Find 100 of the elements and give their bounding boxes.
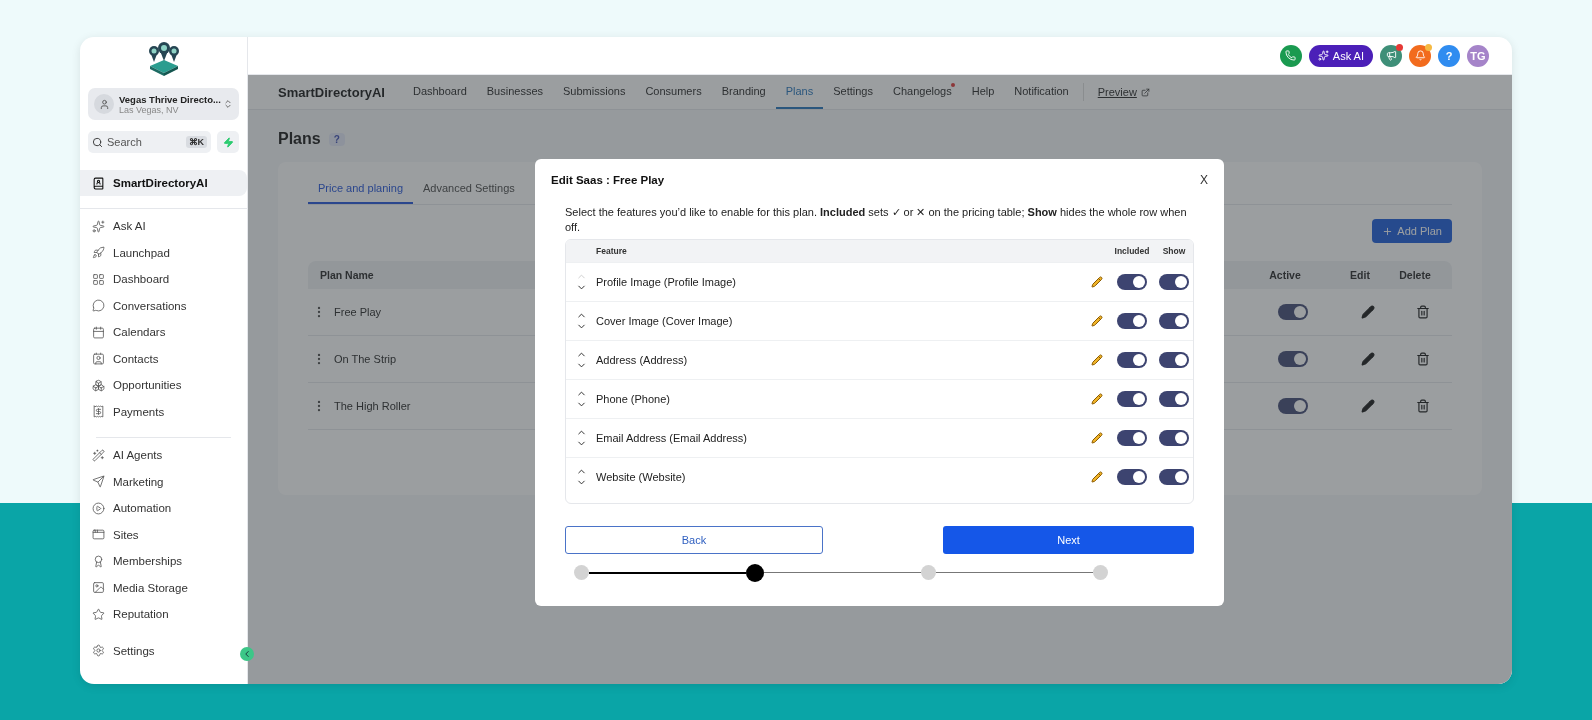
toggle-switch[interactable] — [1278, 304, 1308, 320]
delete-button[interactable] — [1416, 305, 1430, 319]
toggle-switch[interactable] — [1159, 273, 1189, 290]
pencil-icon[interactable] — [1091, 431, 1103, 444]
sidebar-item[interactable]: Ask AI — [88, 213, 239, 240]
sidebar-item[interactable]: Contacts — [88, 345, 239, 372]
external-link-icon — [1140, 87, 1150, 97]
pencil-icon — [1361, 399, 1375, 413]
search-icon — [92, 136, 103, 148]
step-dot[interactable] — [921, 565, 936, 581]
toggle-switch[interactable] — [1278, 398, 1308, 414]
sidebar-item[interactable]: Media Storage — [88, 574, 239, 601]
sidebar-item[interactable]: Payments — [88, 398, 239, 425]
step-dot[interactable] — [574, 565, 589, 581]
trash-icon — [1416, 399, 1430, 413]
toggle-switch[interactable] — [1117, 351, 1147, 368]
nav-tab[interactable]: Consumers — [635, 75, 712, 109]
chat-bubble-icon — [92, 299, 105, 313]
pencil-icon[interactable] — [1091, 392, 1103, 405]
column-header: Feature — [596, 245, 628, 256]
sidebar-item[interactable]: AI Agents — [88, 442, 239, 469]
sidebar-item[interactable]: Memberships — [88, 548, 239, 575]
calendar-icon — [92, 325, 105, 339]
back-button[interactable]: Back — [565, 525, 823, 554]
sparkle-icon — [92, 219, 105, 233]
column-header: Included — [1114, 245, 1150, 256]
nav-tab[interactable]: Branding — [711, 75, 776, 109]
rocket-icon — [92, 246, 105, 260]
tab[interactable]: Advanced Settings — [413, 176, 525, 204]
account-switcher[interactable]: Vegas Thrive Directo... Las Vegas, NV — [88, 88, 239, 120]
phone-button[interactable] — [1279, 44, 1302, 67]
chevrons-icon — [223, 99, 233, 109]
shortcut-key: ⌘K — [185, 136, 207, 148]
close-button[interactable]: X — [1200, 173, 1208, 187]
toggle-switch[interactable] — [1159, 429, 1189, 446]
pencil-icon[interactable] — [1091, 275, 1103, 288]
delete-button[interactable] — [1416, 399, 1430, 413]
search-field[interactable]: Search ⌘K — [88, 131, 211, 153]
feature-name: Email Address (Email Address) — [596, 431, 748, 444]
toggle-switch[interactable] — [1159, 351, 1189, 368]
nav-tab[interactable]: Submissions — [553, 75, 636, 109]
settings-icon — [92, 644, 105, 658]
edit-button[interactable] — [1361, 352, 1375, 366]
toggle-switch[interactable] — [1117, 273, 1147, 290]
sidebar-item[interactable]: Marketing — [88, 468, 239, 495]
feature-name: Phone (Phone) — [596, 392, 671, 405]
announcements-button[interactable] — [1380, 44, 1402, 67]
toggle-switch[interactable] — [1117, 390, 1147, 407]
nav-tab[interactable]: Businesses — [476, 75, 554, 109]
toggle-switch[interactable] — [1159, 390, 1189, 407]
feature-name: Website (Website) — [596, 470, 687, 483]
nav-tab[interactable]: Notification — [1004, 75, 1079, 109]
receipt-icon — [92, 405, 105, 419]
next-button[interactable]: Next — [943, 525, 1194, 554]
sidebar-item[interactable]: Dashboard — [88, 266, 239, 293]
notifications-button[interactable] — [1409, 44, 1431, 67]
sidebar-item[interactable]: Sites — [88, 521, 239, 548]
column-header: Delete — [1399, 269, 1431, 281]
edit-button[interactable] — [1361, 305, 1375, 319]
preview-link[interactable]: Preview — [1087, 75, 1160, 109]
sidebar-item[interactable]: Launchpad — [88, 239, 239, 266]
toggle-switch[interactable] — [1117, 429, 1147, 446]
edit-button[interactable] — [1361, 399, 1375, 413]
nav-tab[interactable]: Help — [961, 75, 1005, 109]
pencil-icon[interactable] — [1091, 470, 1103, 483]
column-header: Edit — [1350, 269, 1370, 281]
sidebar-item[interactable]: Opportunities — [88, 372, 239, 399]
sidebar-item[interactable]: Automation — [88, 495, 239, 522]
plus-icon — [1382, 225, 1394, 237]
column-header: Show — [1162, 245, 1186, 256]
column-header: Active — [1269, 269, 1301, 281]
account-location: Las Vegas, NV — [119, 104, 180, 115]
ask-ai-button[interactable]: Ask AI — [1308, 44, 1373, 67]
pencil-icon[interactable] — [1091, 353, 1103, 366]
toggle-switch[interactable] — [1159, 312, 1189, 329]
sidebar-item[interactable]: SmartDirectoryAI — [80, 170, 247, 196]
toggle-switch[interactable] — [1159, 468, 1189, 485]
delete-button[interactable] — [1416, 352, 1430, 366]
book-icon — [92, 176, 105, 190]
step-dot[interactable] — [1093, 565, 1108, 581]
sidebar-item[interactable]: Reputation — [88, 601, 239, 628]
nav-tab[interactable]: Dashboard — [402, 75, 477, 109]
nav-tab[interactable]: Changelogs — [882, 75, 962, 109]
step-dot[interactable] — [746, 563, 764, 582]
dialog-title: Edit Saas : Free Play — [551, 174, 665, 186]
sidebar-item[interactable]: Settings — [88, 637, 239, 664]
nav-tab[interactable]: Settings — [823, 75, 883, 109]
wand-icon — [92, 448, 105, 462]
feature-name: Cover Image (Cover Image) — [596, 314, 734, 327]
plan-name: On The Strip — [334, 353, 397, 365]
dialog-description: Select the features you’d like to enable for this plan. Included sets ✓ or ✕ on the pricing table; Show hides the whole row when off. — [565, 205, 1188, 235]
toggle-switch[interactable] — [1117, 468, 1147, 485]
sidebar-item[interactable]: Conversations — [88, 292, 239, 319]
feature-name: Address (Address) — [596, 353, 689, 366]
toggle-switch[interactable] — [1117, 312, 1147, 329]
play-circle-icon — [92, 501, 105, 515]
toggle-switch[interactable] — [1278, 351, 1308, 367]
sidebar-item[interactable]: Calendars — [88, 319, 239, 346]
pencil-icon[interactable] — [1091, 314, 1103, 327]
collapse-button[interactable] — [240, 647, 254, 661]
